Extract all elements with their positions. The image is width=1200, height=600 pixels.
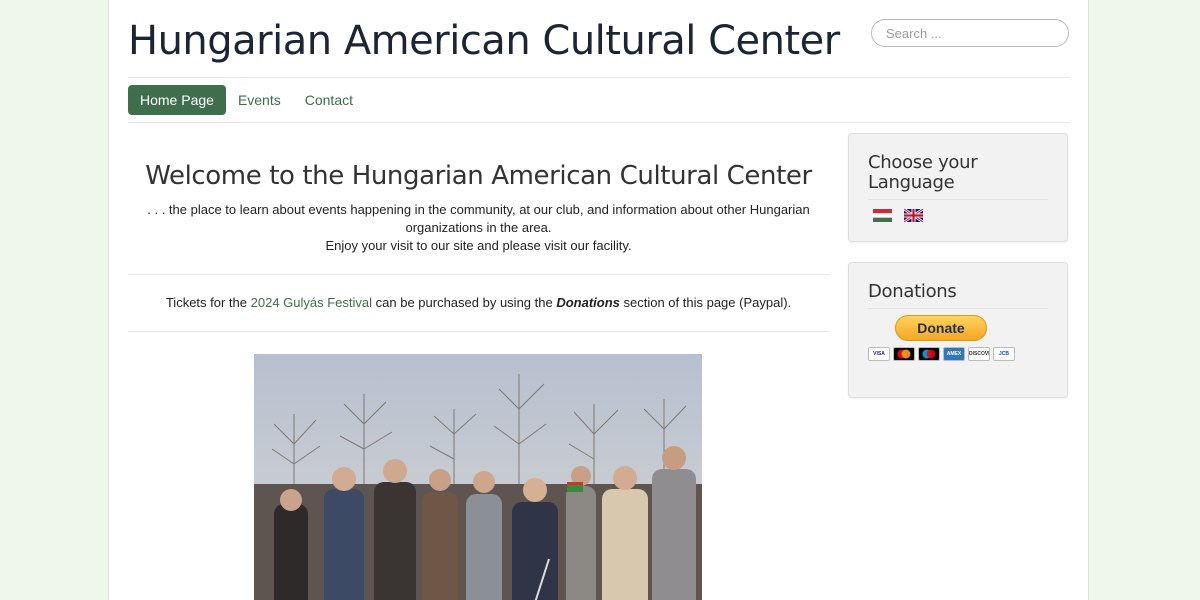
mastercard-icon [893,347,915,361]
gulyas-festival-link[interactable]: 2024 Gulyás Festival [251,295,372,310]
tickets-text-before: Tickets for the [165,295,251,310]
intro-line-1: . . . the place to learn about events ha… [147,202,810,235]
intro-text: . . . the place to learn about events ha… [128,201,829,255]
donate-button[interactable]: Donate [895,315,987,341]
jcb-card-icon: JCB [993,347,1015,361]
nav-events[interactable]: Events [226,85,293,115]
amex-card-icon: AMEX [943,347,965,361]
groundbreaking-photo [254,354,702,600]
header-divider [128,77,1069,78]
language-widget-title: Choose your Language [868,153,1048,200]
donations-widget: Donations Donate VISA AMEX DISCOVER JCB [848,262,1068,398]
main-nav: Home Page Events Contact [128,85,365,115]
language-widget: Choose your Language [848,133,1068,242]
intro-line-2: Enjoy your visit to our site and please … [325,238,632,253]
visa-card-icon: VISA [868,347,890,361]
nav-contact[interactable]: Contact [293,85,365,115]
payment-cards: VISA AMEX DISCOVER JCB [868,347,1048,361]
nav-home-page[interactable]: Home Page [128,85,226,115]
search-input[interactable] [871,19,1069,47]
main-content: Welcome to the Hungarian American Cultur… [128,123,829,600]
tickets-notice: Tickets for the 2024 Gulyás Festival can… [128,275,829,331]
hungarian-flag-icon[interactable] [873,209,892,222]
maestro-circles-icon [922,349,936,359]
donations-emphasis: Donations [556,295,620,310]
site-title[interactable]: Hungarian American Cultural Center [128,18,840,64]
photo-illustration [254,354,702,600]
donations-widget-title: Donations [868,282,1048,309]
language-flags [868,209,1048,222]
tickets-text-after: section of this page (Paypal). [619,295,792,310]
uk-flag-icon[interactable] [904,209,923,222]
page-container: Hungarian American Cultural Center Home … [108,0,1089,600]
tickets-text-middle: can be purchased by using the [372,295,557,310]
content-divider [128,331,829,332]
mastercard-circles-icon [897,349,911,359]
welcome-heading: Welcome to the Hungarian American Cultur… [145,161,812,191]
maestro-icon [918,347,940,361]
discover-card-icon: DISCOVER [968,347,990,361]
